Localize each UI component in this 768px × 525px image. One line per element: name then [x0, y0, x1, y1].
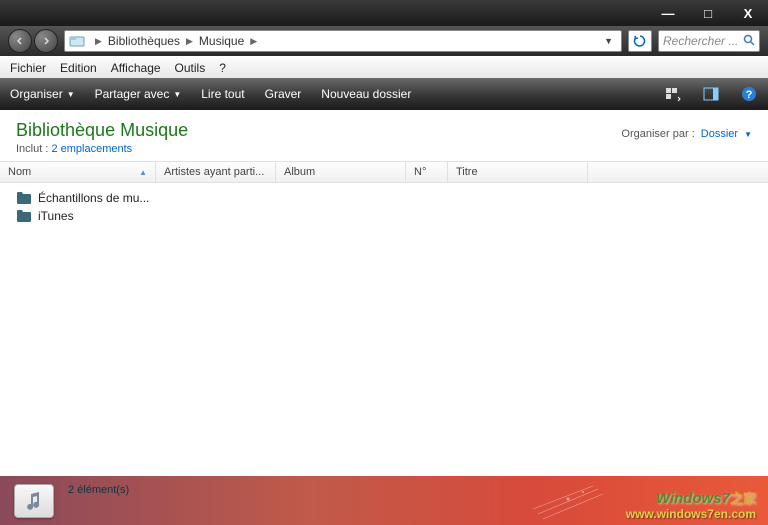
maximize-button[interactable]: □	[696, 4, 720, 22]
graver-button[interactable]: Graver	[265, 87, 302, 101]
col-spacer	[588, 162, 768, 182]
col-artistes[interactable]: Artistes ayant parti...	[156, 162, 276, 182]
library-includes: Inclut : 2 emplacements	[16, 143, 188, 155]
nouveau-dossier-button[interactable]: Nouveau dossier	[321, 87, 411, 101]
nav-arrows	[8, 29, 58, 53]
address-bar[interactable]: ▶ Bibliothèques ▶ Musique ▶ ▼	[64, 30, 622, 52]
status-text: 2 élément(s)	[68, 484, 129, 496]
list-item[interactable]: iTunes	[16, 207, 752, 225]
breadcrumb-sep-icon: ▶	[180, 36, 199, 47]
organiser-label: Organiser	[10, 87, 63, 101]
breadcrumb-item[interactable]: Musique	[199, 34, 244, 48]
watermark-brand: Windows7	[656, 490, 730, 507]
col-nom-label: Nom	[8, 166, 31, 178]
col-nom[interactable]: Nom ▲	[0, 162, 156, 182]
breadcrumb-sep-icon: ▶	[89, 36, 108, 47]
command-bar: Organiser▼ Partager avec▼ Lire tout Grav…	[0, 78, 768, 110]
arrange-by: Organiser par : Dossier ▼	[621, 120, 752, 140]
content-area: Bibliothèque Musique Inclut : 2 emplacem…	[0, 110, 768, 476]
refresh-button[interactable]	[628, 30, 652, 52]
music-library-icon	[14, 484, 54, 518]
menu-fichier[interactable]: Fichier	[10, 61, 46, 75]
breadcrumb-item[interactable]: Bibliothèques	[108, 34, 180, 48]
titlebar: — □ X	[0, 0, 768, 26]
column-headers: Nom ▲ Artistes ayant parti... Album N° Ti…	[0, 161, 768, 183]
page-title: Bibliothèque Musique	[16, 120, 188, 141]
menu-bar: Fichier Edition Affichage Outils ?	[0, 56, 768, 78]
search-icon	[743, 34, 755, 49]
liretout-button[interactable]: Lire tout	[201, 87, 244, 101]
navigation-bar: ▶ Bibliothèques ▶ Musique ▶ ▼ Rechercher…	[0, 26, 768, 56]
search-input[interactable]: Rechercher ...	[658, 30, 760, 52]
svg-text:?: ?	[746, 89, 753, 101]
folder-icon	[16, 191, 32, 205]
col-no[interactable]: N°	[406, 162, 448, 182]
close-button[interactable]: X	[736, 4, 760, 22]
search-placeholder: Rechercher ...	[663, 34, 738, 48]
col-titre[interactable]: Titre	[448, 162, 588, 182]
menu-outils[interactable]: Outils	[175, 61, 206, 75]
folder-icon	[16, 209, 32, 223]
view-options-button[interactable]	[664, 85, 682, 103]
chevron-down-icon: ▼	[67, 90, 75, 99]
watermark-url: www.windows7en.com	[626, 507, 756, 521]
partager-button[interactable]: Partager avec▼	[95, 87, 182, 101]
forward-button[interactable]	[34, 29, 58, 53]
arrange-dropdown[interactable]: Dossier	[701, 128, 738, 140]
partager-label: Partager avec	[95, 87, 170, 101]
menu-affichage[interactable]: Affichage	[111, 61, 161, 75]
sort-asc-icon: ▲	[139, 168, 147, 177]
item-name: iTunes	[38, 209, 74, 223]
arrange-label: Organiser par :	[621, 128, 694, 140]
library-header: Bibliothèque Musique Inclut : 2 emplacem…	[0, 110, 768, 161]
file-list: Échantillons de mu... iTunes	[0, 183, 768, 476]
includes-link[interactable]: 2 emplacements	[51, 143, 132, 155]
organiser-button[interactable]: Organiser ▼	[10, 87, 75, 101]
list-item[interactable]: Échantillons de mu...	[16, 189, 752, 207]
includes-label: Inclut :	[16, 143, 48, 155]
item-name: Échantillons de mu...	[38, 191, 149, 205]
minimize-button[interactable]: —	[656, 4, 680, 22]
menu-edition[interactable]: Edition	[60, 61, 97, 75]
details-pane: 2 élément(s) Windows7之家 www.windows7en.c…	[0, 476, 768, 525]
col-album[interactable]: Album	[276, 162, 406, 182]
library-icon	[69, 34, 85, 48]
watermark-cn: 之家	[730, 491, 756, 506]
menu-help[interactable]: ?	[219, 61, 226, 75]
preview-pane-button[interactable]	[702, 85, 720, 103]
back-button[interactable]	[8, 29, 32, 53]
breadcrumb-sep-icon: ▶	[244, 36, 263, 47]
chevron-down-icon: ▼	[173, 90, 181, 99]
help-button[interactable]: ?	[740, 85, 758, 103]
address-dropdown-icon[interactable]: ▼	[600, 36, 617, 46]
sparkle-decoration	[528, 484, 608, 524]
watermark: Windows7之家 www.windows7en.com	[626, 488, 756, 521]
chevron-down-icon: ▼	[744, 130, 752, 139]
